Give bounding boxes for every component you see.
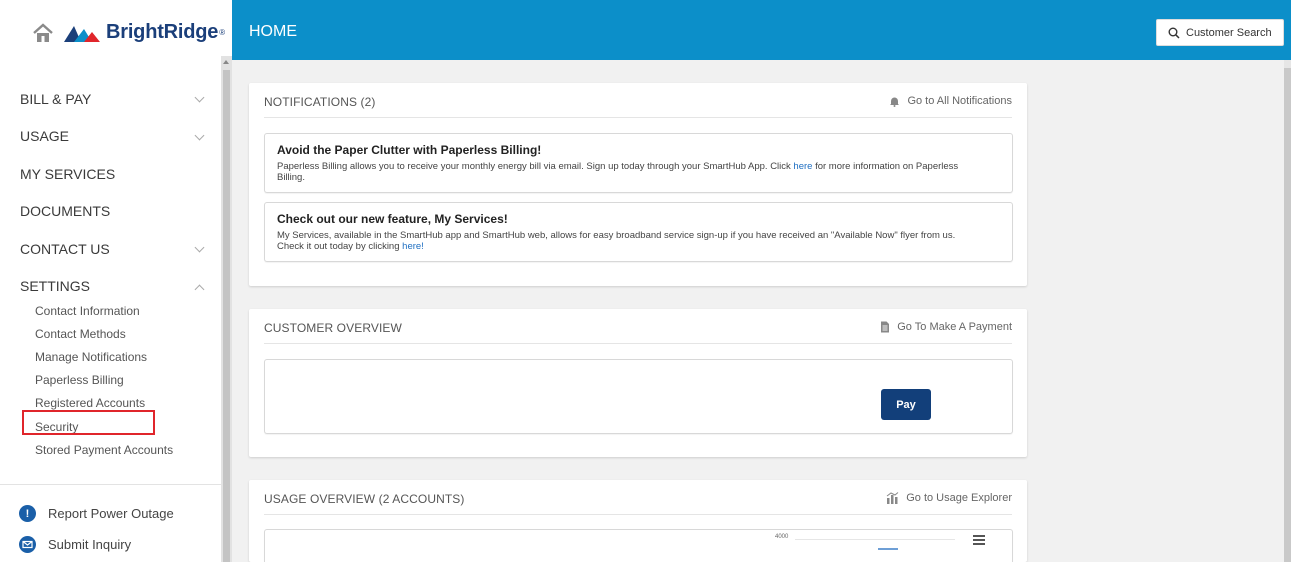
- notification-title: Avoid the Paper Clutter with Paperless B…: [277, 143, 542, 157]
- chevron-up-icon: [194, 284, 205, 294]
- chevron-down-icon: [194, 130, 205, 140]
- sidebar-subitem-contact-methods[interactable]: Contact Methods: [35, 322, 221, 345]
- notifications-title: NOTIFICATIONS (2): [264, 95, 376, 109]
- sidebar-item-label: SETTINGS: [20, 278, 91, 295]
- chevron-down-icon: [194, 92, 205, 103]
- page-title: HOME: [249, 23, 297, 40]
- report-power-outage-label: Report Power Outage: [48, 506, 174, 521]
- notification-body: My Services, available in the SmartHub a…: [277, 230, 967, 252]
- chevron-down-icon: [194, 242, 205, 253]
- sidebar-scrollbar[interactable]: [221, 56, 232, 562]
- settings-submenu: Contact Information Contact Methods Mana…: [0, 299, 221, 461]
- sidebar-item-label: BILL & PAY: [20, 90, 92, 107]
- submit-inquiry-link[interactable]: Submit Inquiry: [19, 536, 131, 553]
- notification-text: My Services, available in the SmartHub a…: [277, 230, 956, 252]
- usage-overview-card: USAGE OVERVIEW (2 Accounts) Go to Usage …: [249, 480, 1027, 562]
- report-power-outage-link[interactable]: ! Report Power Outage: [19, 505, 174, 522]
- notification-item: Check out our new feature, My Services! …: [264, 202, 1013, 262]
- customer-search-button[interactable]: Customer Search: [1156, 19, 1284, 46]
- chart-axis-tick-label: 4000: [775, 534, 789, 540]
- sidebar-item-label: MY SERVICES: [20, 165, 116, 182]
- notification-here-link[interactable]: here: [793, 161, 812, 172]
- notification-text: Paperless Billing allows you to receive …: [277, 161, 794, 172]
- sidebar-item-label: DOCUMENTS: [20, 203, 111, 220]
- sidebar-subitem-manage-notifications[interactable]: Manage Notifications: [35, 345, 221, 368]
- brightridge-logo-icon: [64, 23, 102, 43]
- customer-search-label: Customer Search: [1186, 26, 1272, 39]
- submit-inquiry-label: Submit Inquiry: [48, 537, 132, 552]
- pay-button[interactable]: Pay: [881, 389, 931, 420]
- hamburger-menu-icon[interactable]: [973, 535, 985, 545]
- notification-title: Check out our new feature, My Services!: [277, 212, 508, 226]
- sidebar: BrightRidge ® BILL & PAY USAGE MY SERVICE…: [0, 0, 232, 562]
- sidebar-subitem-stored-payment-accounts[interactable]: Stored Payment Accounts: [35, 438, 221, 461]
- go-to-usage-explorer-label: Go to Usage Explorer: [906, 492, 1012, 504]
- notification-here-link[interactable]: here!: [402, 241, 424, 252]
- logo-bar: BrightRidge ®: [0, 0, 232, 65]
- card-divider: [264, 343, 1012, 344]
- go-to-all-notifications-label: Go to All Notifications: [907, 95, 1012, 107]
- scroll-up-arrow-icon[interactable]: [223, 60, 229, 64]
- page-scrollbar[interactable]: [1284, 60, 1291, 562]
- usage-overview-title: USAGE OVERVIEW (2 Accounts): [264, 492, 465, 506]
- go-to-make-a-payment-link[interactable]: Go To Make A Payment: [880, 321, 1012, 333]
- sidebar-subitem-contact-information[interactable]: Contact Information: [35, 299, 221, 322]
- sidebar-item-my-services[interactable]: MY SERVICES: [0, 155, 221, 193]
- notifications-card: NOTIFICATIONS (2) Go to All Notification…: [249, 83, 1027, 286]
- sidebar-item-contact-us[interactable]: CONTACT US: [0, 230, 221, 268]
- header-bar: HOME Customer Search: [232, 0, 1291, 60]
- go-to-make-a-payment-label: Go To Make A Payment: [897, 321, 1012, 333]
- card-divider: [264, 117, 1012, 118]
- search-icon: [1168, 27, 1180, 39]
- mail-icon: [19, 536, 36, 553]
- sidebar-divider: [0, 484, 221, 485]
- page-scroll-thumb[interactable]: [1284, 68, 1291, 562]
- bell-icon: [890, 97, 900, 107]
- go-to-all-notifications-link[interactable]: Go to All Notifications: [889, 95, 1012, 107]
- go-to-usage-explorer-link[interactable]: Go to Usage Explorer: [886, 492, 1012, 504]
- home-icon[interactable]: [32, 22, 54, 43]
- document-icon: [881, 321, 890, 333]
- customer-overview-card: CUSTOMER OVERVIEW Go To Make A Payment P…: [249, 309, 1027, 457]
- usage-chart-box: 4000: [264, 529, 1013, 562]
- notification-item: Avoid the Paper Clutter with Paperless B…: [264, 133, 1013, 193]
- sidebar-item-usage[interactable]: USAGE: [0, 118, 221, 156]
- bar-chart-icon: [886, 492, 899, 504]
- security-highlight-box: [22, 410, 155, 435]
- chart-bar-mark: [878, 548, 898, 550]
- notification-body: Paperless Billing allows you to receive …: [277, 161, 967, 183]
- customer-overview-title: CUSTOMER OVERVIEW: [264, 321, 402, 335]
- card-divider: [264, 514, 1012, 515]
- customer-overview-box: Pay: [264, 359, 1013, 434]
- sidebar-scroll-thumb[interactable]: [223, 70, 230, 562]
- sidebar-subitem-paperless-billing[interactable]: Paperless Billing: [35, 369, 221, 392]
- brand-name: BrightRidge: [106, 21, 219, 43]
- alert-icon: !: [19, 505, 36, 522]
- sidebar-item-label: USAGE: [20, 128, 70, 145]
- chart-gridline: [795, 539, 955, 540]
- sidebar-item-documents[interactable]: DOCUMENTS: [0, 193, 221, 231]
- sidebar-item-bill-pay[interactable]: BILL & PAY: [0, 80, 221, 118]
- sidebar-item-label: CONTACT US: [20, 240, 110, 257]
- sidebar-nav: BILL & PAY USAGE MY SERVICES DOCUMENTS C…: [0, 80, 221, 461]
- brand-registered-mark: ®: [219, 28, 226, 37]
